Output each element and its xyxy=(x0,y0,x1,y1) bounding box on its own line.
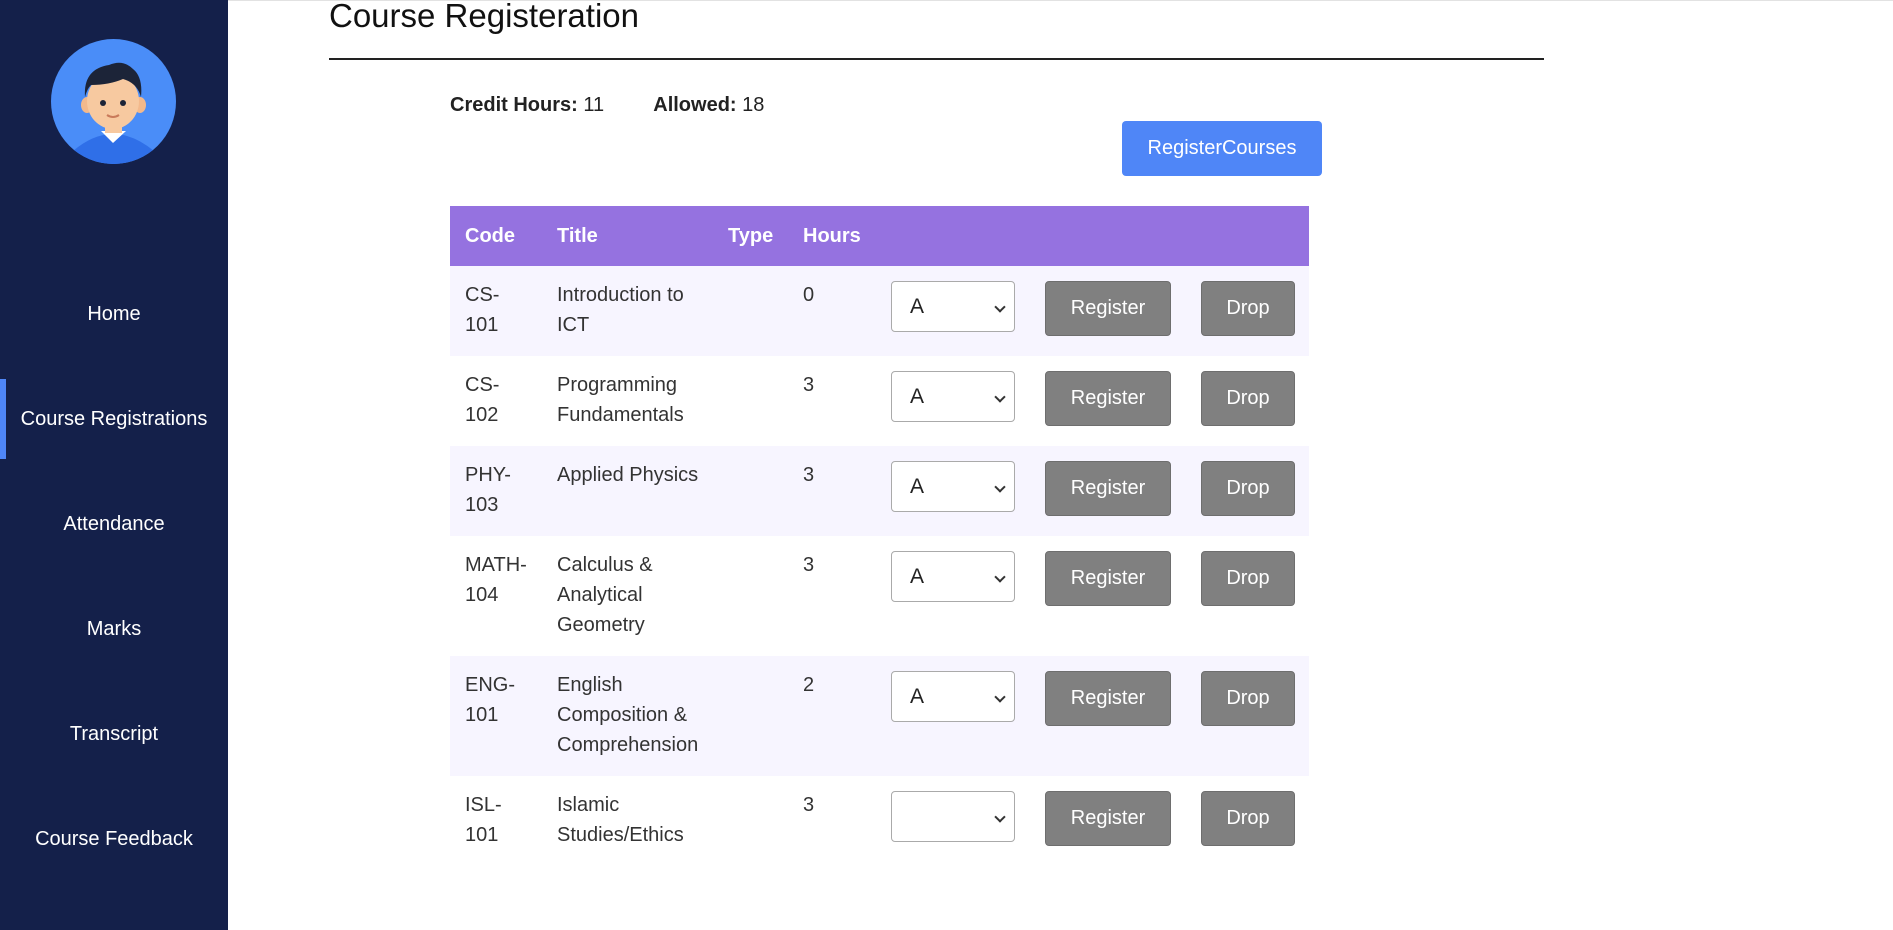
header-hours: Hours xyxy=(803,225,861,247)
sidebar: Home Course Registrations Attendance Marks T… xyxy=(0,0,228,930)
register-button[interactable]: Register xyxy=(1045,371,1171,426)
table-row: MATH- 104 Calculus & Analytical Geometry 3… xyxy=(450,536,1309,656)
course-hours: 2 xyxy=(803,674,815,696)
grade-select[interactable]: A xyxy=(891,281,1015,332)
course-title: Introduction to ICT xyxy=(557,284,684,336)
grade-select-value: A xyxy=(910,565,925,588)
register-button[interactable]: Register xyxy=(1045,461,1171,516)
grade-select-value: A xyxy=(910,475,925,498)
sidebar-item-marks[interactable]: Marks xyxy=(0,589,228,669)
grade-select[interactable]: A xyxy=(891,461,1015,512)
table-row: CS- 102 Programming Fundamentals 3 A Registe… xyxy=(450,356,1309,446)
course-code: CS- 102 xyxy=(465,374,500,426)
drop-button[interactable]: Drop xyxy=(1201,671,1295,726)
table-row: CS- 101 Introduction to ICT 0 A Register Drop xyxy=(450,266,1309,356)
grade-select-value: A xyxy=(910,295,925,318)
drop-button[interactable]: Drop xyxy=(1201,461,1295,516)
avatar-icon xyxy=(73,62,154,164)
table-row: PHY- 103 Applied Physics 3 A Register Drop xyxy=(450,446,1309,536)
grade-select-value: A xyxy=(910,385,925,408)
register-button[interactable]: Register xyxy=(1045,671,1171,726)
sidebar-item-label: Attendance xyxy=(63,512,165,535)
course-hours: 3 xyxy=(803,374,815,396)
sidebar-item-attendance[interactable]: Attendance xyxy=(0,484,228,564)
chevron-down-icon xyxy=(994,811,1006,823)
header-type: Type xyxy=(728,225,774,247)
grade-select[interactable]: A xyxy=(891,671,1015,722)
allowed-label: Allowed: xyxy=(653,94,737,116)
course-hours: 3 xyxy=(803,554,815,576)
user-avatar xyxy=(51,39,176,164)
header-code: Code xyxy=(465,225,515,247)
page-title: Course Registeration xyxy=(329,0,639,34)
sidebar-item-course-feedback[interactable]: Course Feedback xyxy=(0,799,228,879)
chevron-down-icon xyxy=(994,391,1006,403)
register-courses-button[interactable]: RegisterCourses xyxy=(1122,121,1322,176)
course-code: CS- 101 xyxy=(465,284,500,336)
course-title: Islamic Studies/Ethics xyxy=(557,794,684,846)
register-button[interactable]: Register xyxy=(1045,281,1171,336)
chevron-down-icon xyxy=(994,481,1006,493)
drop-button[interactable]: Drop xyxy=(1201,551,1295,606)
course-code: ENG- 101 xyxy=(465,674,515,726)
course-hours: 3 xyxy=(803,794,815,816)
course-hours: 0 xyxy=(803,284,815,306)
header-title: Title xyxy=(557,225,598,247)
register-button[interactable]: Register xyxy=(1045,791,1171,846)
sidebar-item-label: Marks xyxy=(86,617,142,640)
course-title: English Composition & Comprehension xyxy=(557,674,699,756)
course-code: PHY- 103 xyxy=(465,464,511,516)
course-title: Calculus & Analytical Geometry xyxy=(557,554,653,636)
sidebar-item-transcript[interactable]: Transcript xyxy=(0,694,228,774)
course-title: Applied Physics xyxy=(557,464,699,486)
sidebar-item-label: Home xyxy=(87,302,141,325)
chevron-down-icon xyxy=(994,691,1006,703)
chevron-down-icon xyxy=(994,571,1006,583)
table-header: Code Title Type Hours xyxy=(450,206,1309,266)
chevron-down-icon xyxy=(994,301,1006,313)
title-divider xyxy=(329,58,1544,60)
sidebar-item-label: Course Feedback xyxy=(35,827,193,850)
sidebar-item-course-registrations[interactable]: Course Registrations xyxy=(0,379,228,459)
course-code: ISL- 101 xyxy=(465,794,502,846)
sidebar-item-label: Course Registrations xyxy=(20,407,208,430)
course-hours: 3 xyxy=(803,464,815,486)
allowed-value: 18 xyxy=(742,94,765,116)
table-body: CS- 101 Introduction to ICT 0 A Register Drop… xyxy=(450,266,1309,866)
grade-select[interactable]: A xyxy=(891,371,1015,422)
credit-hours-value: 11 xyxy=(583,94,605,116)
course-title: Programming Fundamentals xyxy=(557,374,684,426)
table-row: ISL- 101 Islamic Studies/Ethics 3 Register D… xyxy=(450,776,1309,866)
course-table: Code Title Type Hours CS- 101 Introductio… xyxy=(450,206,1309,866)
drop-button[interactable]: Drop xyxy=(1201,791,1295,846)
grade-select[interactable]: A xyxy=(891,551,1015,602)
drop-button[interactable]: Drop xyxy=(1201,281,1295,336)
grade-select[interactable] xyxy=(891,791,1015,842)
drop-button[interactable]: Drop xyxy=(1201,371,1295,426)
sidebar-item-label: Transcript xyxy=(69,722,159,745)
table-row: ENG- 101 English Composition & Comprehens… xyxy=(450,656,1309,776)
credit-hours-label: Credit Hours: xyxy=(450,94,578,116)
register-button[interactable]: Register xyxy=(1045,551,1171,606)
grade-select-value: A xyxy=(910,685,925,708)
course-code: MATH- 104 xyxy=(465,554,527,606)
credit-summary: Credit Hours: 11 Allowed: 18 xyxy=(450,94,764,117)
sidebar-item-home[interactable]: Home xyxy=(0,274,228,354)
